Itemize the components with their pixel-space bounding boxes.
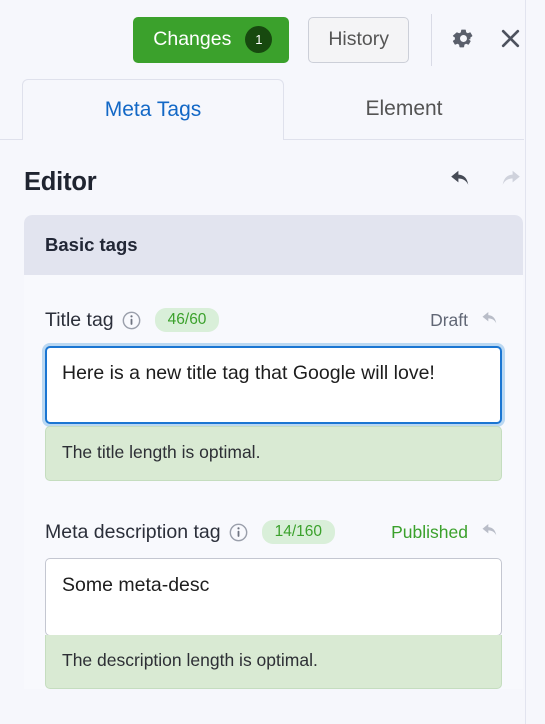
title-tag-input[interactable] bbox=[45, 346, 502, 424]
info-icon[interactable] bbox=[122, 311, 141, 330]
settings-button[interactable] bbox=[452, 27, 475, 53]
editor-header: Editor bbox=[0, 140, 545, 202]
changes-count-badge: 1 bbox=[245, 26, 273, 53]
top-toolbar: Changes 1 History bbox=[0, 0, 545, 79]
undo-button[interactable] bbox=[448, 170, 474, 195]
basic-tags-card: Basic tags Title tag 46/60 Draft Here is… bbox=[24, 215, 523, 689]
field-meta-description-label: Meta description tag bbox=[45, 520, 221, 543]
title-tag-status-group: Draft bbox=[430, 310, 501, 331]
undo-icon bbox=[448, 170, 474, 195]
close-button[interactable] bbox=[498, 26, 523, 54]
meta-description-input-shell bbox=[45, 558, 502, 636]
close-icon bbox=[498, 26, 523, 54]
card-body: Title tag 46/60 Draft Here is a new titl… bbox=[24, 275, 523, 689]
editor-action-group bbox=[448, 170, 523, 195]
meta-description-revert-button[interactable] bbox=[480, 523, 501, 542]
gear-icon bbox=[452, 27, 475, 53]
tab-bar: Meta Tags Element bbox=[0, 79, 545, 140]
revert-icon bbox=[480, 523, 501, 542]
info-icon[interactable] bbox=[229, 523, 248, 542]
revert-icon bbox=[480, 311, 501, 330]
meta-description-input[interactable] bbox=[45, 558, 502, 636]
tab-element[interactable]: Element bbox=[284, 79, 524, 140]
field-meta-description-tag: Meta description tag 14/160 Published So… bbox=[45, 513, 502, 689]
history-button[interactable]: History bbox=[308, 16, 409, 63]
field-title-tag-label-row: Title tag 46/60 Draft bbox=[45, 307, 502, 333]
meta-description-counter: 14/160 bbox=[261, 519, 336, 545]
tab-underline-left bbox=[0, 139, 22, 140]
card-header-title: Basic tags bbox=[24, 215, 523, 275]
toolbar-divider bbox=[431, 13, 432, 66]
title-tag-counter: 46/60 bbox=[154, 307, 220, 333]
title-tag-status: Draft bbox=[430, 309, 468, 330]
field-spacer bbox=[45, 481, 502, 513]
page-title: Editor bbox=[24, 167, 97, 196]
meta-description-status-group: Published bbox=[391, 522, 501, 543]
changes-button[interactable]: Changes 1 bbox=[133, 16, 290, 63]
redo-icon bbox=[497, 170, 523, 195]
title-tag-hint: The title length is optimal. bbox=[45, 426, 502, 481]
field-meta-description-label-row: Meta description tag 14/160 Published bbox=[45, 519, 502, 545]
changes-button-label: Changes bbox=[153, 27, 232, 50]
title-tag-revert-button[interactable] bbox=[480, 311, 501, 330]
meta-description-status: Published bbox=[391, 521, 468, 542]
title-tag-input-shell bbox=[45, 346, 502, 424]
redo-button[interactable] bbox=[497, 170, 523, 195]
tab-meta-tags[interactable]: Meta Tags bbox=[22, 79, 284, 140]
meta-description-hint: The description length is optimal. bbox=[45, 635, 502, 689]
field-title-tag: Title tag 46/60 Draft Here is a new titl… bbox=[45, 275, 502, 481]
field-title-tag-label: Title tag bbox=[45, 308, 114, 331]
